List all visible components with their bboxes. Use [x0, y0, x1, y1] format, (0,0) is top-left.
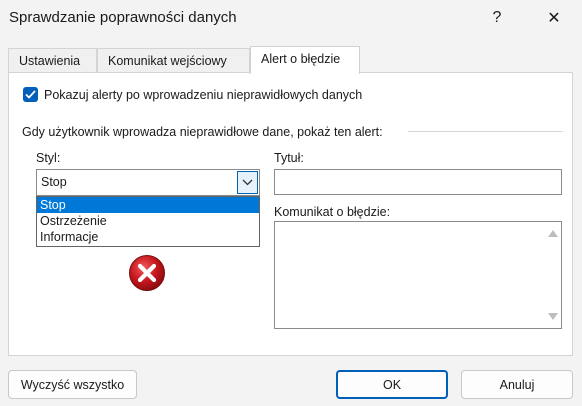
dialog-title: Sprawdzanie poprawności danych — [9, 9, 237, 26]
show-alerts-row: Pokazuj alerty po wprowadzeniu nieprawid… — [23, 87, 362, 102]
show-alerts-checkbox[interactable] — [23, 87, 38, 102]
style-select-value: Stop — [41, 175, 67, 189]
error-message-textarea[interactable] — [274, 221, 562, 329]
checkmark-icon — [25, 90, 36, 99]
scroll-down-icon[interactable] — [548, 313, 558, 320]
close-button[interactable]: ✕ — [531, 0, 577, 36]
message-label: Komunikat o błędzie: — [274, 205, 391, 219]
section-divider — [408, 131, 563, 132]
tab-input-message[interactable]: Komunikat wejściowy — [97, 48, 250, 73]
style-dropdown-list: Stop Ostrzeżenie Informacje — [36, 196, 260, 247]
clear-all-button[interactable]: Wyczyść wszystko — [8, 370, 137, 399]
title-label: Tytuł: — [274, 151, 304, 165]
tab-settings[interactable]: Ustawienia — [8, 48, 97, 73]
tab-panel: Pokazuj alerty po wprowadzeniu nieprawid… — [8, 72, 573, 356]
error-stop-icon — [129, 255, 165, 291]
style-option-stop[interactable]: Stop — [37, 197, 259, 213]
message-scrollbar[interactable] — [544, 222, 561, 328]
style-option-information[interactable]: Informacje — [37, 229, 259, 245]
scroll-up-icon[interactable] — [548, 230, 558, 237]
ok-button[interactable]: OK — [336, 370, 448, 399]
style-option-warning[interactable]: Ostrzeżenie — [37, 213, 259, 229]
help-button[interactable]: ? — [474, 0, 520, 36]
style-dropdown-button[interactable] — [237, 171, 258, 194]
style-select[interactable]: Stop — [36, 169, 260, 196]
title-bar: Sprawdzanie poprawności danych ? ✕ — [0, 0, 582, 36]
title-input[interactable] — [274, 169, 562, 195]
style-label: Styl: — [36, 151, 61, 165]
tab-error-alert[interactable]: Alert o błędzie — [250, 46, 360, 74]
cancel-button[interactable]: Anuluj — [461, 370, 573, 399]
section-label: Gdy użytkownik wprowadza nieprawidłowe d… — [22, 125, 383, 139]
show-alerts-label[interactable]: Pokazuj alerty po wprowadzeniu nieprawid… — [44, 88, 362, 102]
chevron-down-icon — [242, 179, 253, 186]
